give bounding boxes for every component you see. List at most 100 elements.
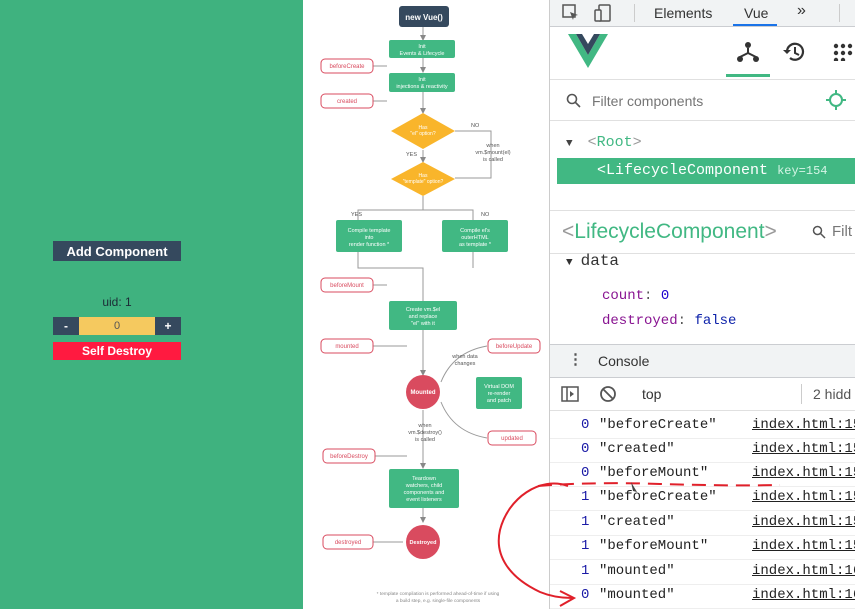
components-tree-icon[interactable] bbox=[736, 41, 760, 63]
tree-node-selected[interactable]: <LifecycleComponent key=154 bbox=[557, 158, 855, 184]
svg-text:when data: when data bbox=[451, 354, 478, 360]
tree-node-root[interactable]: ▼ <Root> bbox=[566, 134, 642, 151]
clear-console-icon[interactable] bbox=[599, 385, 617, 403]
count-input[interactable] bbox=[79, 317, 155, 335]
component-filter-bar bbox=[550, 80, 855, 121]
inspector-filter-label[interactable]: Filt bbox=[832, 223, 852, 240]
log-count: 1 bbox=[581, 514, 590, 530]
data-prop-destroyed[interactable]: destroyed: false bbox=[602, 313, 736, 329]
destroyed-circle: Destroyed bbox=[406, 525, 440, 559]
increment-button[interactable]: + bbox=[155, 317, 181, 335]
console-log-row[interactable]: 1 "beforeMount" index.html:15 bbox=[550, 535, 855, 560]
console-log-row[interactable]: 0 "beforeMount" index.html:15 bbox=[550, 462, 855, 487]
svg-text:"template" option?: "template" option? bbox=[403, 179, 444, 185]
log-count: 0 bbox=[581, 465, 590, 481]
console-log-row[interactable]: 0 "beforeCreate" index.html:15 bbox=[550, 414, 855, 439]
data-section-header[interactable]: ▼ data bbox=[566, 252, 619, 270]
data-section: ▼ data count: 0 destroyed: false bbox=[550, 252, 855, 344]
active-tab-indicator bbox=[733, 24, 777, 26]
log-source-link[interactable]: index.html:15 bbox=[752, 489, 855, 505]
device-toolbar-icon[interactable] bbox=[594, 3, 614, 23]
log-message: "beforeCreate" bbox=[599, 489, 717, 505]
add-component-button[interactable]: Add Component bbox=[53, 241, 181, 261]
yes-label-1: YES bbox=[406, 152, 417, 158]
self-destroy-button[interactable]: Self Destroy bbox=[53, 342, 181, 360]
devtools-panel: Elements Vue » Filter components ▼ <Root… bbox=[549, 0, 855, 609]
prop-key: count bbox=[602, 288, 645, 304]
data-prop-count[interactable]: count: 0 bbox=[602, 288, 669, 304]
search-icon bbox=[566, 93, 581, 108]
log-source-link[interactable]: index.html:16 bbox=[752, 563, 855, 579]
tree-selected-key: key=154 bbox=[777, 164, 828, 178]
hook-destroyed: destroyed bbox=[335, 540, 361, 546]
console-log-row[interactable]: 0 "mounted" index.html:16 bbox=[550, 584, 855, 609]
svg-text:re-render: re-render bbox=[488, 391, 511, 397]
hook-created: created bbox=[337, 99, 357, 105]
svg-text:vm.$destroy(): vm.$destroy() bbox=[408, 430, 442, 436]
sidebar-toggle-icon[interactable] bbox=[561, 386, 579, 402]
console-log-row[interactable]: 1 "mounted" index.html:16 bbox=[550, 560, 855, 585]
log-message: "created" bbox=[599, 441, 675, 457]
svg-text:Create vm.$el: Create vm.$el bbox=[406, 307, 440, 313]
svg-text:* template compilation is perf: * template compilation is performed ahea… bbox=[377, 591, 500, 597]
hook-before-mount: beforeMount bbox=[330, 283, 364, 289]
inspect-element-icon[interactable] bbox=[562, 4, 580, 22]
toolbar-separator bbox=[801, 384, 802, 404]
svg-text:event listeners: event listeners bbox=[406, 497, 442, 503]
svg-text:Init: Init bbox=[418, 44, 426, 50]
prop-colon: : bbox=[677, 313, 695, 329]
log-count: 1 bbox=[581, 563, 590, 579]
tag-bracket-close: > bbox=[764, 220, 777, 243]
log-count: 0 bbox=[581, 417, 590, 433]
tab-elements[interactable]: Elements bbox=[654, 5, 712, 21]
log-source-link[interactable]: index.html:15 bbox=[752, 538, 855, 554]
filter-components-input[interactable] bbox=[590, 90, 814, 112]
log-message: "created" bbox=[599, 514, 675, 530]
prop-value: false bbox=[694, 313, 737, 329]
tag-bracket-open: < bbox=[587, 134, 597, 151]
hidden-messages-count[interactable]: 2 hidd bbox=[813, 386, 851, 402]
flow-node-teardown: Teardown watchers, child components and … bbox=[389, 469, 459, 508]
flow-node-init-injections: Init injections & reactivity bbox=[389, 73, 455, 92]
console-log-row[interactable]: 0 "created" index.html:15 bbox=[550, 438, 855, 463]
flow-node-compile-el: Compile el's outerHTML as template * bbox=[442, 220, 508, 252]
log-source-link[interactable]: index.html:15 bbox=[752, 417, 855, 433]
svg-text:Init: Init bbox=[418, 77, 426, 83]
log-count: 1 bbox=[581, 538, 590, 554]
console-log-row[interactable]: 1 "created" index.html:15 bbox=[550, 511, 855, 536]
no-label-1: NO bbox=[471, 123, 480, 129]
svg-text:injections & reactivity: injections & reactivity bbox=[396, 84, 448, 90]
log-source-link[interactable]: index.html:16 bbox=[752, 587, 855, 603]
decrement-button[interactable]: - bbox=[53, 317, 79, 335]
svg-text:changes: changes bbox=[455, 361, 476, 367]
console-tab[interactable]: Console bbox=[598, 353, 649, 369]
drawer-menu-icon[interactable]: ⋮ bbox=[568, 350, 583, 368]
console-log-row[interactable]: 1 "beforeCreate" index.html:15 bbox=[550, 486, 855, 511]
svg-text:Mounted: Mounted bbox=[411, 390, 436, 396]
svg-text:vm.$mount(el): vm.$mount(el) bbox=[475, 150, 510, 156]
history-icon[interactable] bbox=[782, 40, 806, 64]
svg-text:Destroyed: Destroyed bbox=[410, 540, 437, 546]
hook-updated: updated bbox=[501, 436, 523, 442]
prop-colon: : bbox=[644, 288, 661, 304]
log-source-link[interactable]: index.html:15 bbox=[752, 465, 855, 481]
select-target-icon[interactable] bbox=[826, 90, 846, 110]
inspector-title: <LifecycleComponent> bbox=[562, 220, 777, 244]
flow-node-create-el: Create vm.$el and replace "el" with it bbox=[389, 301, 457, 330]
console-toolbar: top 2 hidd bbox=[550, 378, 855, 411]
svg-text:when: when bbox=[417, 423, 431, 429]
tab-more-chevron[interactable]: » bbox=[797, 2, 806, 20]
svg-text:watchers, child: watchers, child bbox=[405, 483, 442, 489]
app-panel: Add Component uid: 1 - + Self Destroy bbox=[0, 0, 303, 609]
log-message: "mounted" bbox=[599, 587, 675, 603]
tab-vue[interactable]: Vue bbox=[744, 5, 768, 21]
collapse-arrow-icon[interactable]: ▼ bbox=[566, 257, 573, 269]
collapse-arrow-icon[interactable]: ▼ bbox=[566, 138, 573, 150]
components-tab-indicator bbox=[726, 74, 770, 77]
log-source-link[interactable]: index.html:15 bbox=[752, 441, 855, 457]
context-selector[interactable]: top bbox=[642, 386, 661, 402]
vuex-dots-icon[interactable] bbox=[833, 43, 855, 61]
diagram-connectors bbox=[357, 27, 492, 543]
tree-selected-tag: <LifecycleComponent key=154 bbox=[597, 162, 828, 179]
log-source-link[interactable]: index.html:15 bbox=[752, 514, 855, 530]
